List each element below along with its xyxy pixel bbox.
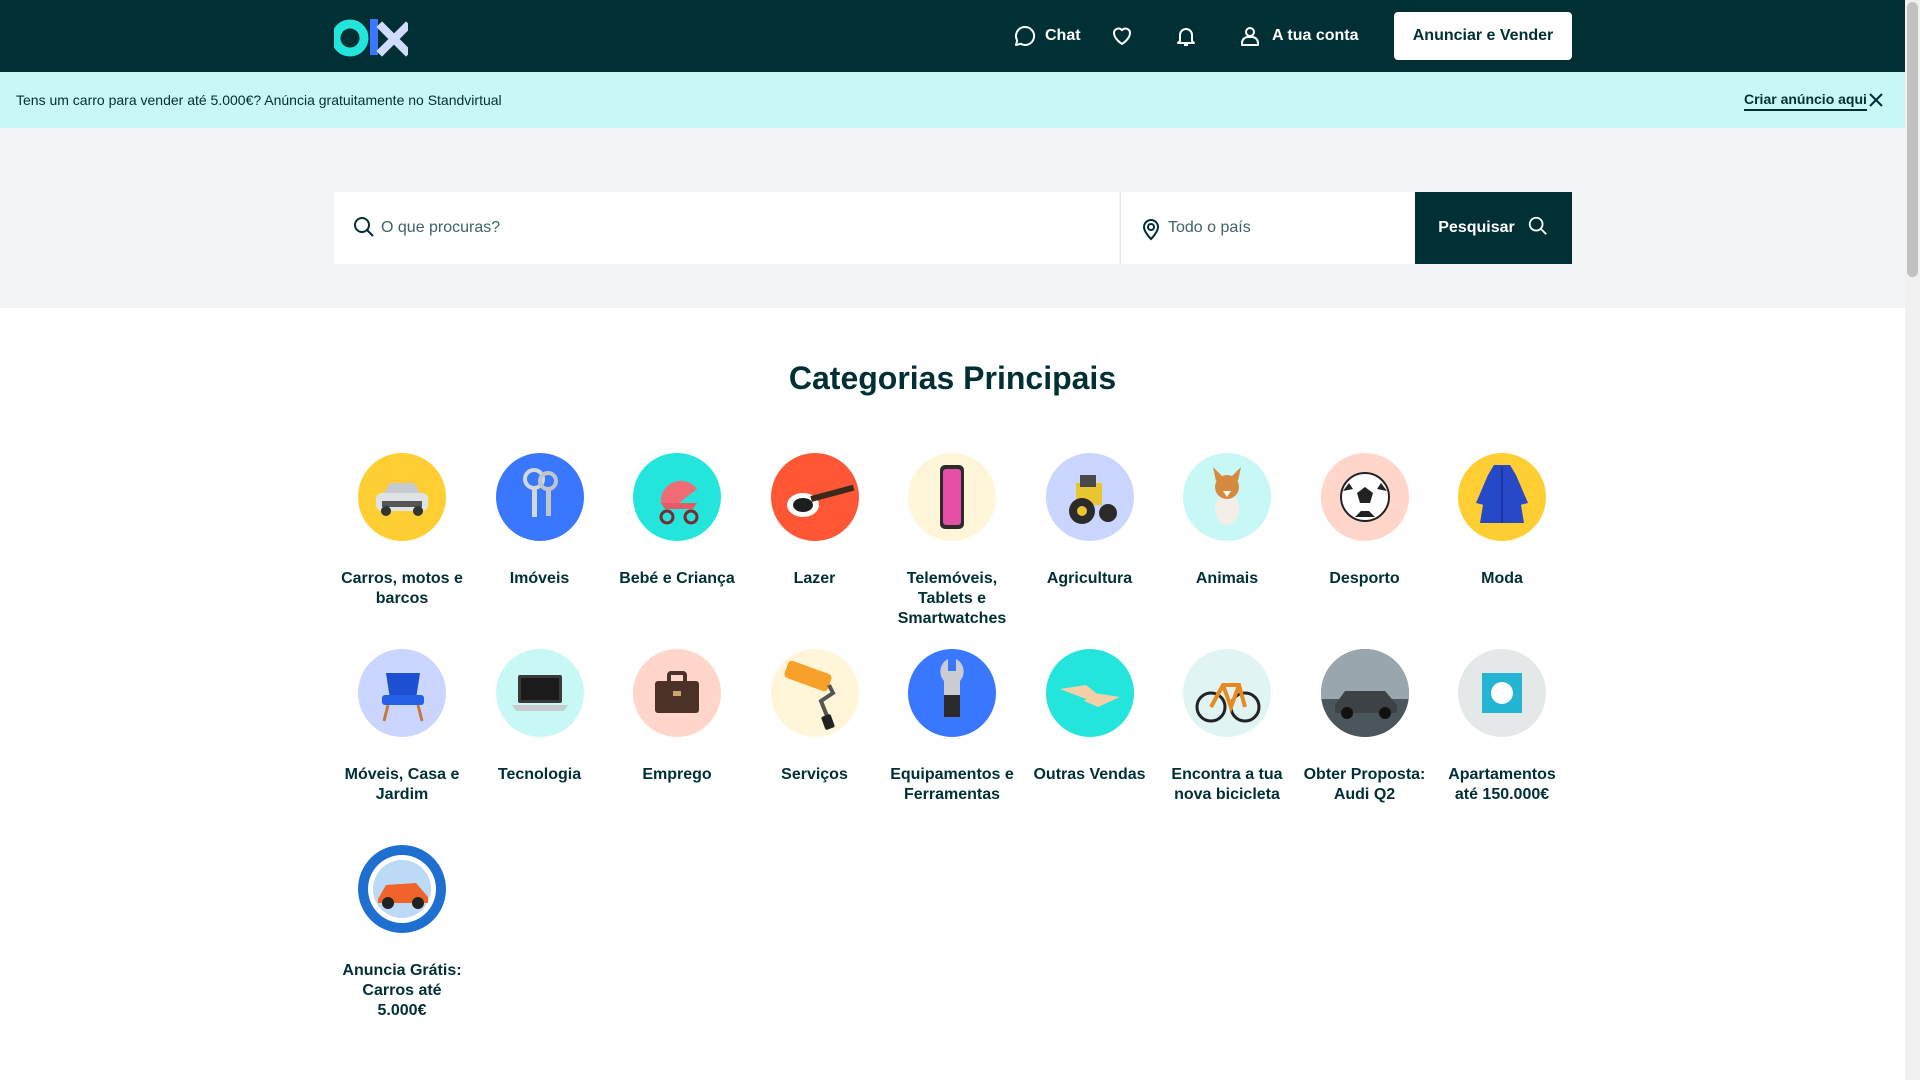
favorites-button[interactable] [1110, 0, 1134, 72]
dress-icon [1458, 453, 1546, 541]
category-item[interactable]: Emprego [614, 649, 740, 785]
category-item[interactable]: Animais [1164, 453, 1290, 589]
chat-label: Chat [1045, 27, 1081, 44]
apartment-icon [1458, 649, 1546, 737]
stroller-icon [633, 453, 721, 541]
category-item[interactable]: Obter Proposta: Audi Q2 [1302, 649, 1428, 805]
category-item[interactable]: Tecnologia [477, 649, 603, 785]
category-label: Moda [1481, 570, 1523, 587]
keys-icon [495, 453, 584, 541]
location-box [1120, 192, 1415, 264]
category-label: Equipamentos e Ferramentas [890, 766, 1014, 803]
search-button-label: Pesquisar [1438, 219, 1515, 236]
category-label: Anuncia Grátis: Carros até 5.000€ [342, 962, 462, 1019]
promo-banner: Tens um carro para vender até 5.000€? An… [0, 72, 1905, 128]
category-label: Obter Proposta: Audi Q2 [1303, 766, 1426, 803]
banner-text: Tens um carro para vender até 5.000€? An… [16, 92, 502, 108]
post-ad-button[interactable]: Anunciar e Vender [1394, 12, 1572, 60]
search-input[interactable] [381, 192, 1101, 264]
category-label: Imóveis [509, 570, 570, 587]
category-item[interactable]: Anuncia Grátis: Carros até 5.000€ [339, 845, 465, 1021]
category-item[interactable]: Agricultura [1027, 453, 1153, 589]
category-item[interactable]: Lazer [752, 453, 878, 589]
category-item[interactable]: Encontra a tua nova bicicleta [1164, 649, 1290, 805]
search-button[interactable]: Pesquisar [1415, 192, 1572, 264]
user-icon [1238, 24, 1262, 48]
search-box [334, 192, 1119, 264]
laptop-icon [495, 649, 584, 737]
category-label: Outras Vendas [1033, 766, 1146, 783]
guitar-icon [770, 453, 859, 541]
category-label: Tecnologia [497, 766, 582, 783]
category-label: Bebé e Criança [619, 570, 735, 587]
categories-title: Categorias Principais [788, 360, 1117, 396]
bell-icon [1174, 24, 1198, 48]
category-label: Telemóveis, Tablets e Smartwatches [897, 570, 1007, 627]
category-item[interactable]: Equipamentos e Ferramentas [889, 649, 1015, 805]
account-link[interactable]: A tua conta [1238, 0, 1359, 72]
close-icon[interactable] [1868, 92, 1884, 108]
category-item[interactable]: Bebé e Criança [614, 453, 740, 589]
tractor-icon [1045, 453, 1134, 541]
search-icon [352, 215, 376, 244]
category-label: Móveis, Casa e Jardim [344, 766, 460, 803]
heart-icon [1110, 24, 1134, 48]
chat-link[interactable]: Chat [1013, 0, 1081, 72]
create-ad-link[interactable]: Criar anúncio aqui [1744, 91, 1867, 111]
category-item[interactable]: Moda [1439, 453, 1565, 589]
briefcase-icon [633, 649, 721, 737]
scrollbar-thumb[interactable] [1907, 2, 1918, 277]
category-label: Lazer [793, 570, 836, 587]
handshake-icon [1045, 649, 1134, 737]
location-input[interactable] [1168, 192, 1398, 264]
wrench-icon [908, 649, 996, 737]
category-label: Agricultura [1046, 570, 1133, 587]
account-label: A tua conta [1272, 27, 1359, 44]
category-label: Serviços [781, 766, 848, 783]
category-label: Animais [1195, 570, 1259, 587]
search-section: Pesquisar [0, 128, 1905, 308]
category-item[interactable]: Serviços [752, 649, 878, 785]
football-icon [1320, 453, 1409, 541]
category-item[interactable]: Telemóveis, Tablets e Smartwatches [889, 453, 1015, 629]
location-pin-icon [1139, 217, 1163, 246]
category-item[interactable]: Móveis, Casa e Jardim [339, 649, 465, 805]
chair-icon [358, 649, 446, 737]
category-label: Encontra a tua nova bicicleta [1171, 766, 1283, 803]
notifications-button[interactable] [1174, 0, 1198, 72]
category-item[interactable]: Apartamentos até 150.000€ [1439, 649, 1565, 805]
car-icon [358, 453, 446, 541]
olx-logo[interactable] [331, 17, 412, 57]
search-icon [1527, 215, 1549, 242]
category-label: Apartamentos até 150.000€ [1448, 766, 1556, 803]
paint-roller-icon [770, 649, 859, 737]
chat-bubble-icon [1013, 24, 1037, 48]
bicycle-icon [1183, 649, 1271, 737]
category-item[interactable]: Carros, motos e barcos [339, 453, 465, 609]
top-navigation-bar: Chat A tua conta Anunciar e Vender [0, 0, 1905, 72]
dog-icon [1183, 453, 1271, 541]
phone-icon [908, 453, 996, 541]
category-label: Emprego [642, 766, 712, 783]
audi-car-icon [1320, 649, 1409, 737]
category-item[interactable]: Imóveis [477, 453, 603, 589]
standvirtual-car-icon [358, 845, 446, 933]
category-label: Desporto [1329, 570, 1400, 587]
category-item[interactable]: Outras Vendas [1027, 649, 1153, 785]
category-label: Carros, motos e barcos [341, 570, 463, 607]
category-item[interactable]: Desporto [1302, 453, 1428, 589]
